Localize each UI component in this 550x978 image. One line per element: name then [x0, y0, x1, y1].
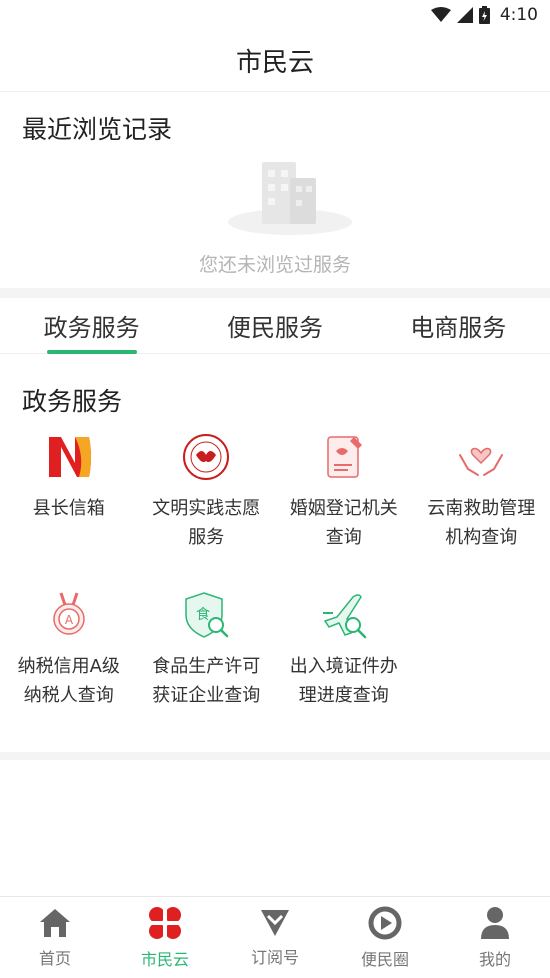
marriage-registration-icon [317, 430, 371, 484]
recent-heading: 最近浏览记录 [22, 115, 173, 144]
service-marriage-registration[interactable]: 婚姻登记机关查询 [275, 426, 413, 584]
subscription-icon [261, 909, 289, 936]
nav-label: 订阅号 [250, 947, 299, 967]
nav-label: 便民圈 [360, 949, 409, 969]
tab-ecommerce-services[interactable]: 电商服务 [367, 298, 550, 353]
service-county-mailbox[interactable]: 县长信箱 [0, 426, 138, 584]
service-label: 婚姻登记机关查询 [289, 498, 398, 548]
government-services-section: 政务服务 县长信箱 文明实践志愿服务 婚姻登记机关查询 云南救助管理机构查询 A… [0, 354, 550, 754]
volunteer-seal-icon [179, 430, 233, 484]
tab-label: 电商服务 [410, 314, 507, 342]
divider [0, 752, 550, 760]
wifi-icon [430, 7, 451, 22]
person-icon [481, 906, 509, 939]
recent-browsing-section: 最近浏览记录 您还未浏览过服务 [0, 92, 550, 288]
nav-citizen-cloud[interactable]: 市民云 [110, 897, 220, 978]
tab-government-services[interactable]: 政务服务 [0, 298, 183, 354]
service-entry-exit-progress[interactable]: 出入境证件办理进度查询 [275, 584, 413, 742]
circle-icon [368, 906, 402, 939]
rescue-hands-heart-icon [454, 430, 508, 484]
service-label: 出入境证件办理进度查询 [289, 656, 398, 706]
signal-icon [456, 7, 473, 23]
clover-icon [147, 905, 183, 940]
svg-text:A: A [65, 613, 74, 627]
nav-label: 我的 [478, 949, 511, 969]
food-license-shield-icon: 食 [179, 588, 233, 642]
nav-label: 首页 [38, 948, 71, 968]
page-title: 市民云 [235, 48, 314, 78]
nav-mine[interactable]: 我的 [440, 897, 550, 978]
service-label: 纳税信用A级纳税人查询 [17, 656, 120, 706]
divider [0, 288, 550, 298]
nav-convenience-circle[interactable]: 便民圈 [330, 897, 440, 978]
status-bar: 4:10 [0, 0, 550, 30]
battery-icon [478, 6, 490, 24]
service-grid: 县长信箱 文明实践志愿服务 婚姻登记机关查询 云南救助管理机构查询 A 纳税信用… [0, 426, 550, 742]
svg-text:食: 食 [196, 606, 210, 623]
empty-buildings-icon [228, 162, 352, 235]
bottom-nav: 首页 市民云 订阅号 便民圈 我的 [0, 896, 550, 978]
service-label: 云南救助管理机构查询 [427, 498, 536, 548]
service-label: 食品生产许可获证企业查询 [152, 656, 261, 706]
service-rescue-management[interactable]: 云南救助管理机构查询 [413, 426, 550, 584]
section-heading: 政务服务 [22, 387, 123, 416]
service-tabs: 政务服务 便民服务 电商服务 [0, 298, 550, 354]
service-label: 文明实践志愿服务 [152, 498, 261, 548]
airplane-search-icon [317, 588, 371, 642]
home-icon [40, 908, 70, 937]
nav-label: 市民云 [140, 949, 189, 969]
empty-history-text: 您还未浏览过服务 [198, 254, 351, 276]
tab-label: 便民服务 [226, 314, 323, 342]
county-mailbox-logo-icon [42, 430, 96, 484]
title-bar: 市民云 [0, 30, 550, 92]
service-label: 县长信箱 [32, 498, 105, 519]
tax-credit-medal-icon: A [42, 588, 96, 642]
nav-home[interactable]: 首页 [0, 897, 110, 978]
tab-convenience-services[interactable]: 便民服务 [183, 298, 366, 353]
nav-subscription[interactable]: 订阅号 [220, 897, 330, 978]
service-volunteer[interactable]: 文明实践志愿服务 [138, 426, 276, 584]
service-tax-credit[interactable]: A 纳税信用A级纳税人查询 [0, 584, 138, 742]
tab-label: 政务服务 [43, 314, 140, 342]
status-time: 4:10 [499, 5, 538, 25]
service-food-license[interactable]: 食 食品生产许可获证企业查询 [138, 584, 276, 742]
